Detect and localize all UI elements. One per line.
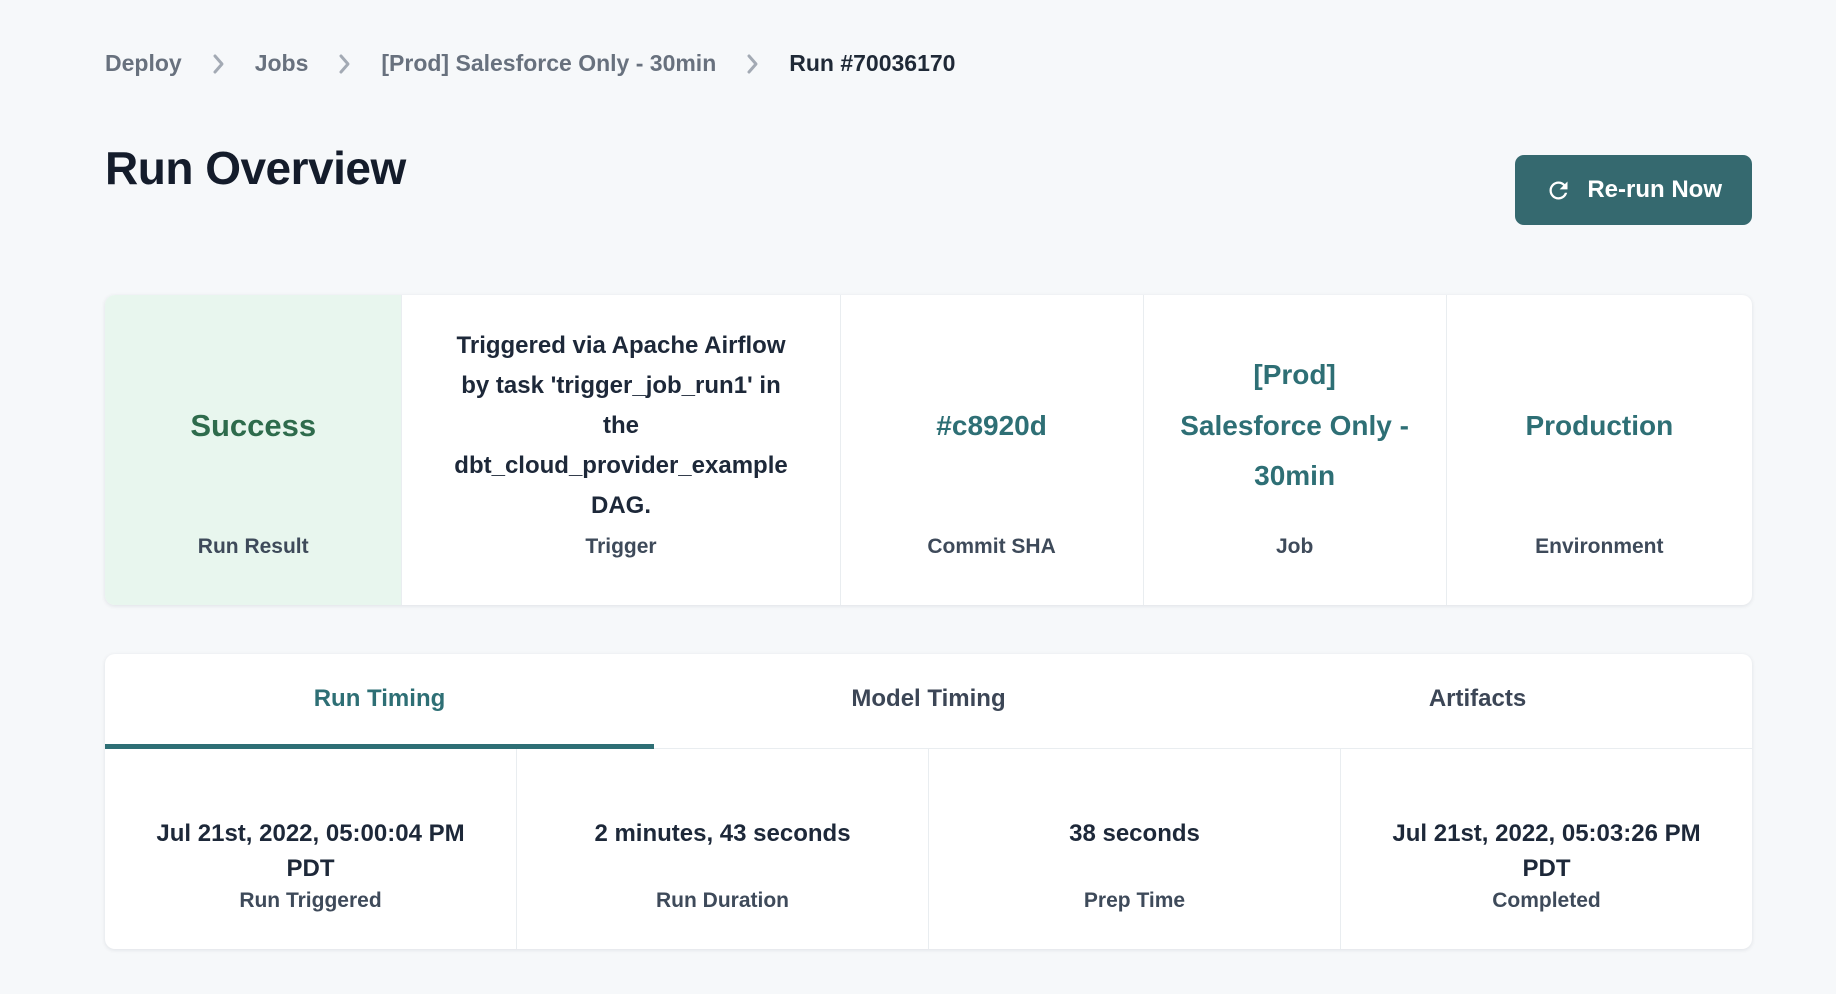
breadcrumb-item-current-run: Run #70036170 [789,50,955,77]
commit-sha-link[interactable]: #c8920d [936,401,1047,451]
breadcrumb: Deploy Jobs [Prod] Salesforce Only - 30m… [105,50,1752,77]
chevron-right-icon [212,53,225,75]
rerun-now-button[interactable]: Re-run Now [1515,155,1752,225]
run-result-label: Run Result [198,535,309,605]
summary-environment: Production Environment [1446,295,1752,605]
tab-artifacts[interactable]: Artifacts [1203,654,1752,749]
prep-time-label: Prep Time [1084,889,1185,913]
timing-run-triggered: Jul 21st, 2022, 05:00:04 PM PDT Run Trig… [105,749,516,949]
breadcrumb-item-jobs[interactable]: Jobs [255,50,309,77]
timing-prep-time: 38 seconds Prep Time [928,749,1340,949]
job-link[interactable]: [Prod] Salesforce Only - 30min [1180,350,1410,501]
tab-bar: Run Timing Model Timing Artifacts [105,654,1752,749]
timing-run-duration: 2 minutes, 43 seconds Run Duration [516,749,928,949]
page-title: Run Overview [105,141,406,195]
breadcrumb-item-job-name[interactable]: [Prod] Salesforce Only - 30min [381,50,716,77]
run-timing-panel: Jul 21st, 2022, 05:00:04 PM PDT Run Trig… [105,749,1752,949]
run-triggered-value: Jul 21st, 2022, 05:00:04 PM PDT [146,817,476,889]
environment-label: Environment [1535,535,1663,605]
refresh-icon [1545,177,1572,204]
trigger-value: Triggered via Apache Airflow by task 'tr… [447,326,795,526]
prep-time-value: 38 seconds [1069,817,1200,889]
run-duration-value: 2 minutes, 43 seconds [594,817,850,889]
chevron-right-icon [746,53,759,75]
completed-value: Jul 21st, 2022, 05:03:26 PM PDT [1382,817,1712,889]
environment-link[interactable]: Production [1525,401,1673,451]
chevron-right-icon [338,53,351,75]
summary-commit-sha: #c8920d Commit SHA [840,295,1143,605]
run-duration-label: Run Duration [656,889,789,913]
run-summary-card: Success Run Result Triggered via Apache … [105,295,1752,605]
breadcrumb-item-deploy[interactable]: Deploy [105,50,182,77]
completed-label: Completed [1492,889,1601,913]
commit-sha-label: Commit SHA [927,535,1055,605]
run-result-value: Success [190,408,316,444]
tab-run-timing[interactable]: Run Timing [105,654,654,749]
run-details-card: Run Timing Model Timing Artifacts Jul 21… [105,654,1752,949]
rerun-button-label: Re-run Now [1587,176,1722,204]
tab-model-timing[interactable]: Model Timing [654,654,1203,749]
timing-completed: Jul 21st, 2022, 05:03:26 PM PDT Complete… [1340,749,1752,949]
run-overview-page: Deploy Jobs [Prod] Salesforce Only - 30m… [0,0,1836,949]
page-header: Run Overview Re-run Now [105,141,1752,225]
summary-job: [Prod] Salesforce Only - 30min Job [1143,295,1446,605]
trigger-label: Trigger [585,535,656,605]
summary-run-result: Success Run Result [105,295,401,605]
run-triggered-label: Run Triggered [239,889,381,913]
job-label: Job [1276,535,1313,605]
summary-trigger: Triggered via Apache Airflow by task 'tr… [401,295,839,605]
